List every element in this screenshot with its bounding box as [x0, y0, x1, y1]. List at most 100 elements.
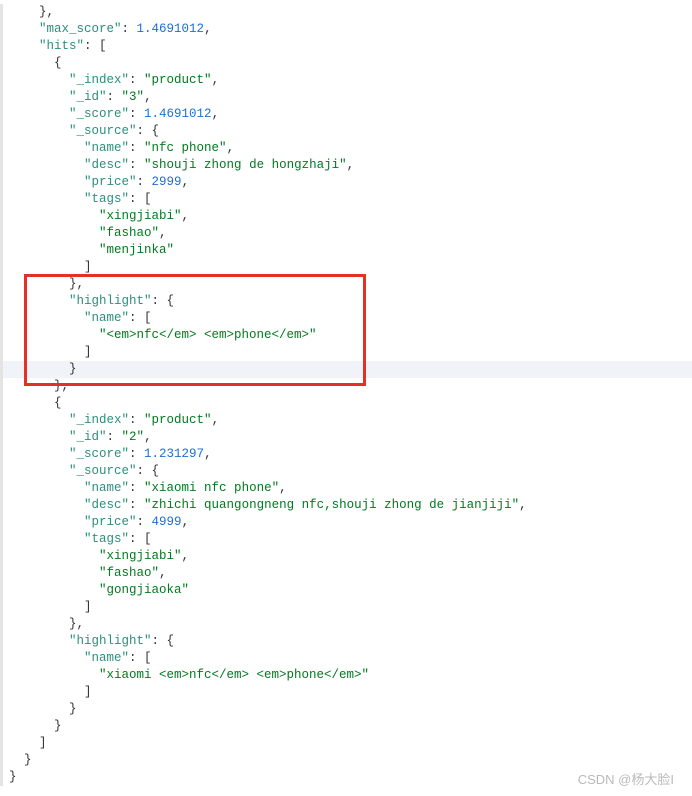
code-line: "_index": "product",	[0, 412, 692, 429]
token: :	[129, 413, 144, 427]
code-line: "_id": "2",	[0, 429, 692, 446]
code-line: "_score": 1.231297,	[0, 446, 692, 463]
token: }	[9, 770, 17, 784]
token: : [	[129, 651, 152, 665]
token: : {	[137, 464, 160, 478]
token: "zhichi quangongneng nfc,shouji zhong de…	[144, 498, 519, 512]
token: : {	[137, 124, 160, 138]
token	[9, 243, 99, 257]
token	[9, 311, 84, 325]
token: ,	[212, 73, 220, 87]
token	[9, 124, 69, 138]
code-line: "name": "xiaomi nfc phone",	[0, 480, 692, 497]
token: "fashao"	[99, 566, 159, 580]
token	[9, 294, 69, 308]
token	[9, 532, 84, 546]
code-line: ]	[0, 259, 692, 276]
code-line: },	[0, 616, 692, 633]
token: "product"	[144, 73, 212, 87]
token	[9, 192, 84, 206]
code-line: "desc": "zhichi quangongneng nfc,shouji …	[0, 497, 692, 514]
token: },	[9, 5, 54, 19]
token: "xingjiabi"	[99, 209, 182, 223]
token	[9, 515, 84, 529]
token: : {	[152, 634, 175, 648]
token: {	[9, 56, 62, 70]
token: "nfc phone"	[144, 141, 227, 155]
token: ,	[144, 90, 152, 104]
token	[9, 175, 84, 189]
token: : [	[129, 311, 152, 325]
token: :	[107, 430, 122, 444]
token: ,	[182, 175, 190, 189]
token: ,	[182, 515, 190, 529]
token: }	[9, 362, 77, 376]
code-block: }, "max_score": 1.4691012, "hits": [ { "…	[0, 4, 692, 786]
token: "xiaomi nfc phone"	[144, 481, 279, 495]
token: :	[137, 175, 152, 189]
code-line: }	[0, 752, 692, 769]
token	[9, 566, 99, 580]
token: "_id"	[69, 430, 107, 444]
code-line: },	[0, 4, 692, 21]
code-line: "name": "nfc phone",	[0, 140, 692, 157]
token: ]	[9, 685, 92, 699]
code-line: "desc": "shouji zhong de hongzhaji",	[0, 157, 692, 174]
token: "_score"	[69, 447, 129, 461]
token	[9, 464, 69, 478]
token: ,	[227, 141, 235, 155]
code-line: }	[0, 718, 692, 735]
token: 2999	[152, 175, 182, 189]
code-line: "price": 4999,	[0, 514, 692, 531]
token: ,	[204, 447, 212, 461]
code-line: }	[0, 701, 692, 718]
token: "tags"	[84, 532, 129, 546]
token	[9, 481, 84, 495]
token: ,	[212, 107, 220, 121]
code-line: "tags": [	[0, 531, 692, 548]
token: 1.4691012	[144, 107, 212, 121]
token	[9, 430, 69, 444]
token	[9, 447, 69, 461]
token: "fashao"	[99, 226, 159, 240]
code-line: ]	[0, 735, 692, 752]
code-line: {	[0, 395, 692, 412]
token: "_index"	[69, 73, 129, 87]
token: 1.4691012	[137, 22, 205, 36]
code-line: "gongjiaoka"	[0, 582, 692, 599]
token: "xiaomi <em>nfc</em> <em>phone</em>"	[99, 668, 369, 682]
token: {	[9, 396, 62, 410]
code-line: "_id": "3",	[0, 89, 692, 106]
token	[9, 226, 99, 240]
code-line: "xingjiabi",	[0, 208, 692, 225]
token: :	[129, 481, 144, 495]
code-line: },	[0, 378, 692, 395]
token: "<em>nfc</em> <em>phone</em>"	[99, 328, 317, 342]
token	[9, 651, 84, 665]
token: "name"	[84, 311, 129, 325]
token: "_id"	[69, 90, 107, 104]
token: ,	[212, 413, 220, 427]
token	[9, 634, 69, 648]
token	[9, 107, 69, 121]
token: "desc"	[84, 158, 129, 172]
token	[9, 583, 99, 597]
token: "_score"	[69, 107, 129, 121]
token: 1.231297	[144, 447, 204, 461]
token: ,	[159, 566, 167, 580]
token	[9, 22, 39, 36]
token: },	[9, 617, 84, 631]
token: ]	[9, 600, 92, 614]
token	[9, 549, 99, 563]
token	[9, 158, 84, 172]
token	[9, 39, 39, 53]
code-line: "hits": [	[0, 38, 692, 55]
code-line: "tags": [	[0, 191, 692, 208]
code-line: "xingjiabi",	[0, 548, 692, 565]
token: : {	[152, 294, 175, 308]
token: "_index"	[69, 413, 129, 427]
token: :	[122, 22, 137, 36]
token	[9, 209, 99, 223]
watermark-text: CSDN @杨大脸I	[578, 771, 674, 788]
token: "3"	[122, 90, 145, 104]
